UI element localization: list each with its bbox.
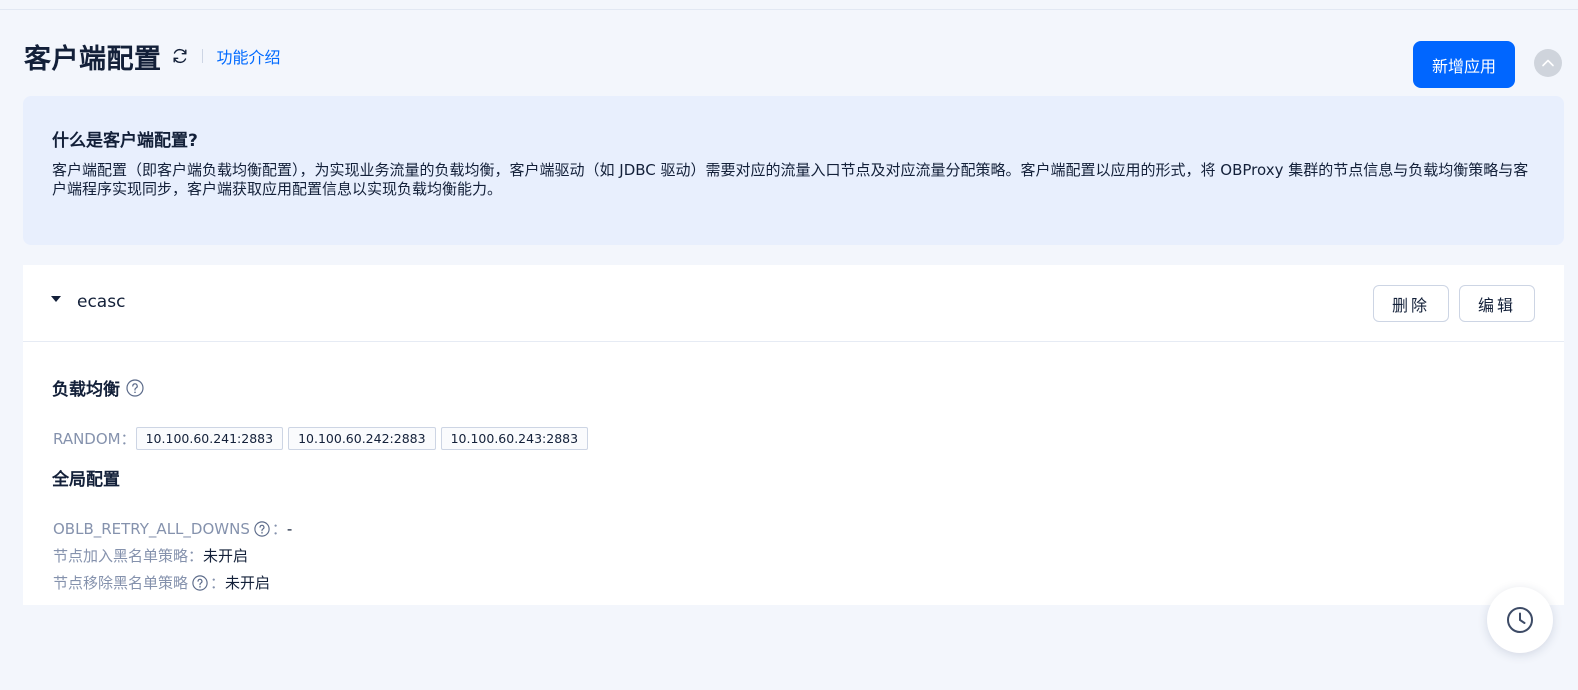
help-icon[interactable] (192, 574, 208, 591)
lb-strategy-label: RANDOM： (53, 430, 136, 448)
load-balance-row: RANDOM： 10.100.60.241:2883 10.100.60.242… (53, 427, 593, 450)
global-config-title: 全局配置 (52, 470, 120, 490)
page-header: 客户端配置 功能介绍 (24, 36, 281, 76)
config-value: 未开启 (203, 547, 249, 565)
config-value: - (286, 519, 293, 538)
chevron-up-icon[interactable] (1534, 49, 1562, 77)
node-tag: 10.100.60.243:2883 (440, 427, 589, 450)
config-separator: ： (210, 574, 226, 592)
config-value: 未开启 (225, 574, 271, 592)
add-application-button[interactable]: 新增应用 (1413, 41, 1515, 88)
help-icon[interactable] (254, 520, 270, 537)
node-tag: 10.100.60.242:2883 (288, 427, 436, 450)
help-icon[interactable] (126, 378, 144, 397)
top-divider (0, 9, 1578, 10)
application-card-header: ecasc 删除 编辑 (23, 265, 1564, 342)
config-separator: ： (271, 520, 287, 538)
header-separator (201, 49, 203, 63)
page-title: 客户端配置 (24, 43, 162, 75)
feature-intro-link[interactable]: 功能介绍 (217, 44, 281, 68)
node-tag: 10.100.60.241:2883 (135, 427, 284, 450)
config-label: 节点加入黑名单策略： (53, 547, 204, 565)
config-row-retry: OBLB_RETRY_ALL_DOWNS ： - (53, 518, 292, 539)
config-label: 节点移除黑名单策略 (53, 574, 189, 592)
config-row-blacklist-add: 节点加入黑名单策略： 未开启 (53, 545, 248, 566)
load-balance-title-text: 负载均衡 (52, 380, 120, 400)
history-button[interactable] (1487, 587, 1553, 653)
refresh-icon[interactable] (170, 46, 190, 66)
clock-icon (1505, 605, 1535, 635)
application-name: ecasc (77, 292, 126, 312)
delete-button[interactable]: 删除 (1373, 285, 1449, 322)
application-card: ecasc 删除 编辑 负载均衡 RANDOM： 10.100.60.241:2… (23, 265, 1564, 605)
info-title: 什么是客户端配置? (52, 131, 198, 151)
info-text: 客户端配置（即客户端负载均衡配置），为实现业务流量的负载均衡，客户端驱动（如 J… (52, 161, 1529, 198)
config-row-blacklist-remove: 节点移除黑名单策略 ： 未开启 (53, 572, 270, 593)
config-label: OBLB_RETRY_ALL_DOWNS (53, 519, 250, 538)
edit-button[interactable]: 编辑 (1459, 285, 1535, 322)
load-balance-title: 负载均衡 (52, 375, 144, 400)
info-panel: 什么是客户端配置? 客户端配置（即客户端负载均衡配置），为实现业务流量的负载均衡… (23, 96, 1564, 245)
caret-down-icon[interactable] (51, 296, 61, 302)
